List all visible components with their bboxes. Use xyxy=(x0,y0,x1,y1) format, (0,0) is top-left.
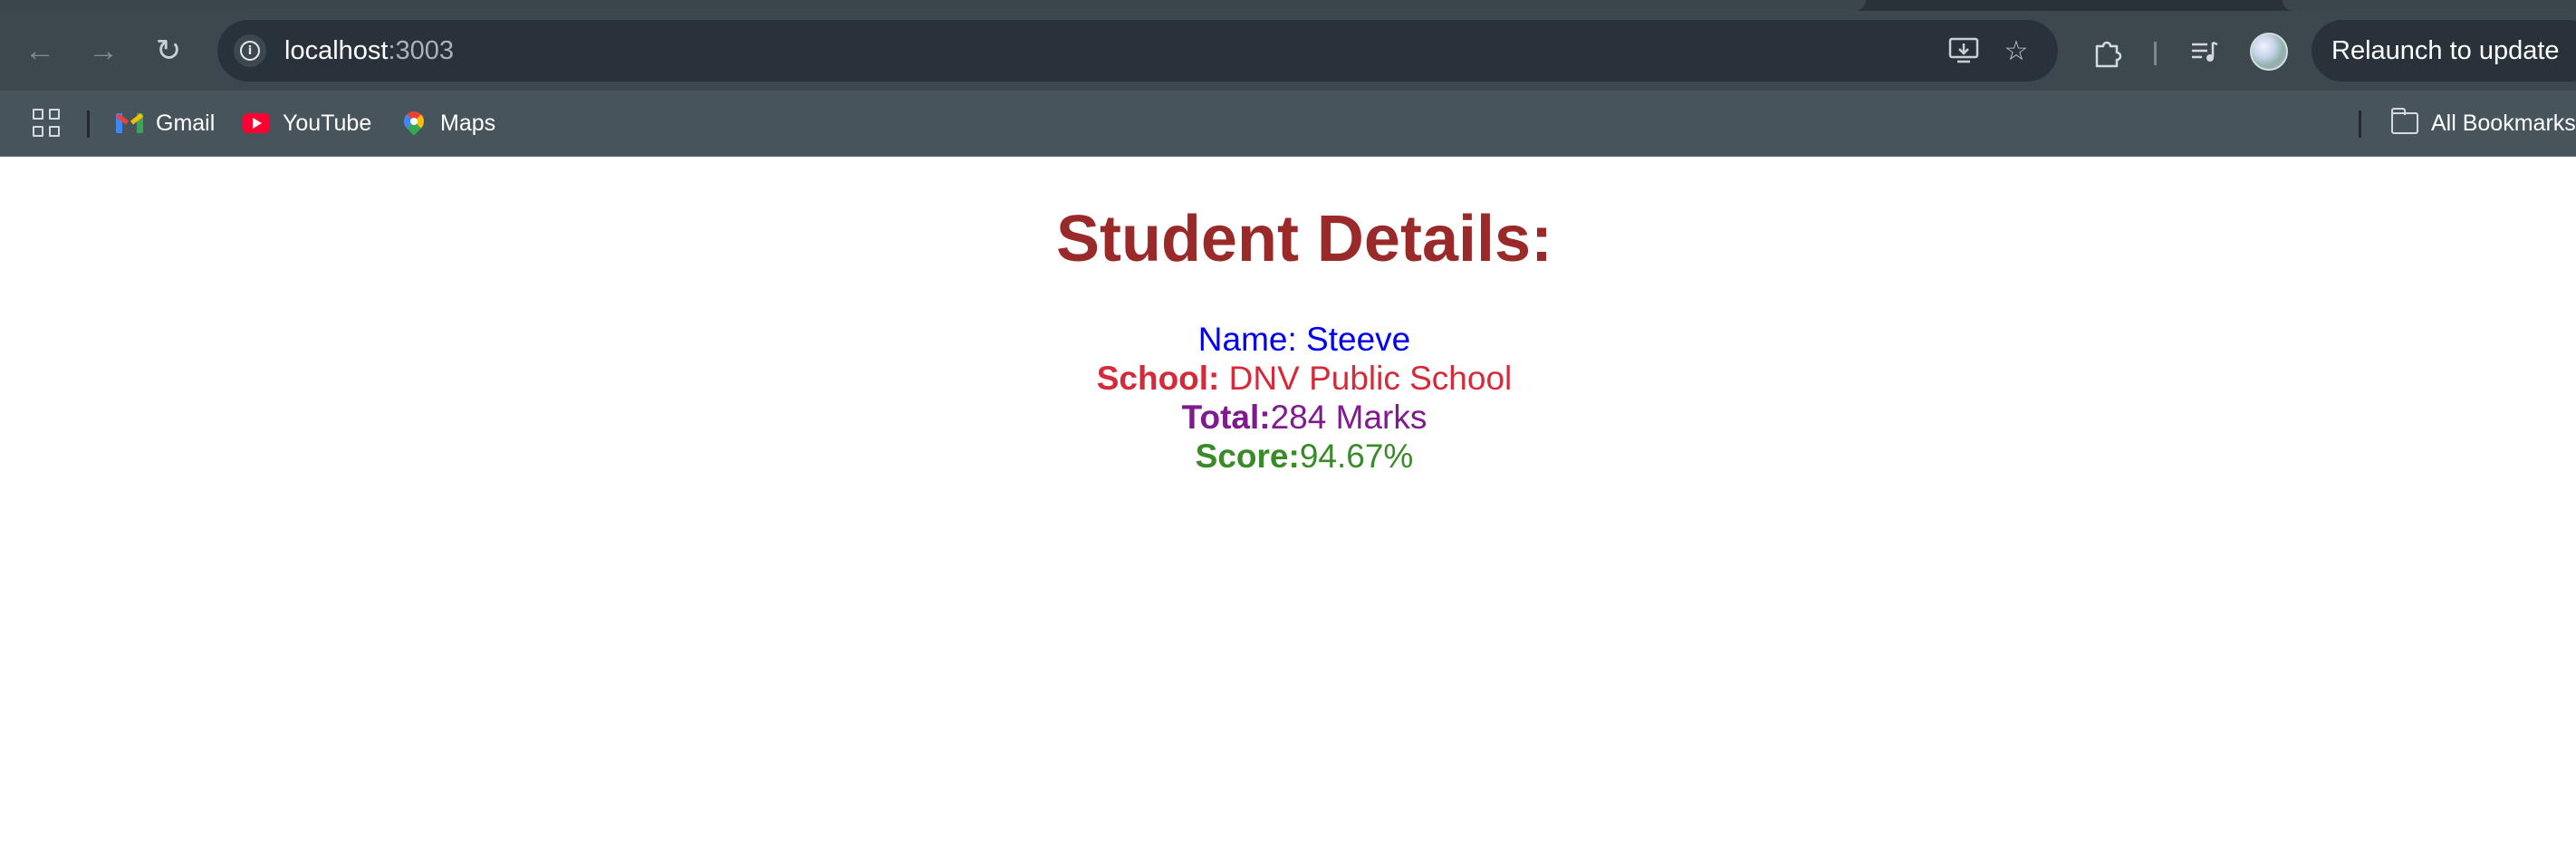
bookmarks-divider xyxy=(2359,111,2361,138)
gmail-icon xyxy=(115,110,144,137)
score-label: Score: xyxy=(1195,438,1300,475)
page-content: Student Details: Name: Steeve School: DN… xyxy=(0,157,2576,866)
folder-icon xyxy=(2390,108,2418,137)
media-controls-icon[interactable] xyxy=(2185,33,2225,72)
total-row: Total:284 Marks xyxy=(0,398,2576,437)
url-port: :3003 xyxy=(388,36,455,65)
back-arrow-icon[interactable]: ← xyxy=(16,27,63,74)
maps-icon xyxy=(399,107,428,137)
school-row: School: DNV Public School xyxy=(0,359,2576,398)
school-label: School: xyxy=(1096,360,1220,397)
bookmark-gmail[interactable]: Gmail xyxy=(115,103,216,143)
address-bar[interactable]: i localhost:3003 ☆ xyxy=(217,20,2058,82)
score-value: 94.67% xyxy=(1299,438,1414,475)
score-row: Score:94.67% xyxy=(0,437,2576,476)
bookmark-star-icon[interactable]: ☆ xyxy=(1998,33,2034,69)
all-bookmarks-label: All Bookmarks xyxy=(2431,110,2576,136)
all-bookmarks-folder[interactable]: All Bookmarks xyxy=(2390,103,2576,143)
bookmark-label: YouTube xyxy=(283,110,372,136)
bookmarks-bar: Gmail YouTube Maps All Bookmarks xyxy=(0,91,2576,157)
forward-arrow-icon[interactable]: → xyxy=(80,27,127,74)
relaunch-button[interactable]: Relaunch to update ⋮ xyxy=(2312,20,2576,82)
browser-toolbar: ← → ↻ i localhost:3003 ☆ Relaunch to upd… xyxy=(0,11,2576,91)
url-text[interactable]: localhost:3003 xyxy=(284,36,454,66)
page-heading: Student Details: xyxy=(1055,203,1553,275)
bookmark-maps[interactable]: Maps xyxy=(399,103,496,143)
profile-avatar[interactable] xyxy=(2250,33,2288,71)
bookmark-label: Maps xyxy=(440,110,496,136)
name-label: Name: xyxy=(1197,321,1297,358)
bookmark-label: Gmail xyxy=(156,110,216,136)
site-info-icon[interactable]: i xyxy=(234,34,266,67)
name-value: Steeve xyxy=(1296,321,1411,358)
url-host: localhost xyxy=(284,36,389,65)
youtube-icon xyxy=(243,110,270,137)
apps-grid-icon[interactable] xyxy=(33,109,62,138)
active-tab-edge[interactable] xyxy=(0,0,1866,11)
extensions-icon[interactable] xyxy=(2087,33,2127,72)
relaunch-label: Relaunch to update xyxy=(2331,36,2560,65)
tab-strip xyxy=(0,0,2576,11)
name-row: Name: Steeve xyxy=(0,320,2576,359)
more-menu-icon[interactable]: ⋮ xyxy=(2563,33,2576,63)
school-value: DNV Public School xyxy=(1219,360,1513,397)
student-details: Name: Steeve School: DNV Public School T… xyxy=(0,320,2576,476)
browser-window: ← → ↻ i localhost:3003 ☆ Relaunch to upd… xyxy=(0,0,2576,866)
bookmarks-divider xyxy=(87,111,90,138)
install-app-icon[interactable] xyxy=(1946,33,1982,69)
bookmark-youtube[interactable]: YouTube xyxy=(243,103,371,143)
total-value: 284 Marks xyxy=(1270,399,1427,436)
reload-icon[interactable]: ↻ xyxy=(145,27,192,74)
tab-edge[interactable] xyxy=(2283,0,2576,11)
toolbar-divider xyxy=(2154,42,2157,65)
total-label: Total: xyxy=(1181,399,1271,436)
